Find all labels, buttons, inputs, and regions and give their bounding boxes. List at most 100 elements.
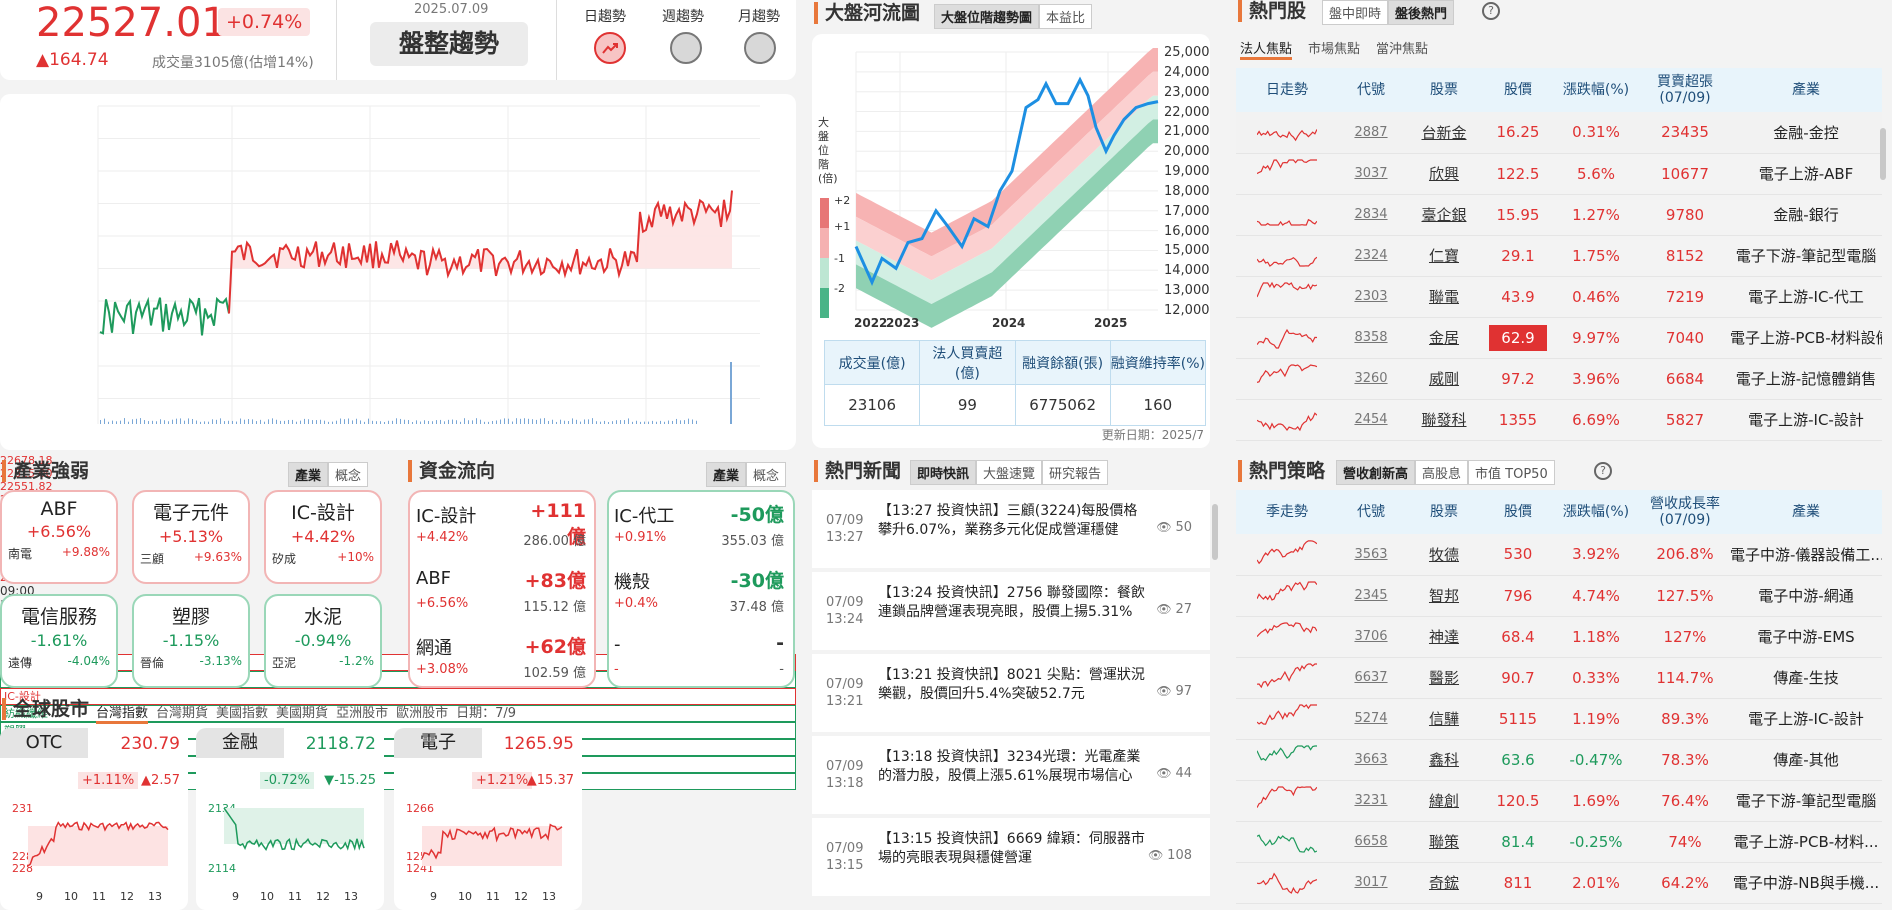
- industry-card[interactable]: 電子元件 +5.13% 三顧 +9.63%: [132, 490, 250, 584]
- weekly-trend-button[interactable]: [670, 32, 702, 64]
- news-item[interactable]: 07/09 13:18 【13:18 投資快訊】3234光環：光電產業的潛力股，股價…: [812, 736, 1210, 814]
- tab-high-dividend[interactable]: 高股息: [1415, 460, 1469, 485]
- table-row[interactable]: 2887 台新金 16.25 0.31% 23435 金融-金控: [1236, 112, 1882, 154]
- tab-river-pe[interactable]: 本益比: [1039, 4, 1093, 29]
- table-row[interactable]: 3563 牧德 530 3.92% 206.8% 電子中游-儀器設備工...: [1236, 534, 1882, 576]
- news-headline[interactable]: 【13:18 投資快訊】3234光環：光電產業的潛力股，股價上漲5.61%展現市…: [878, 748, 1150, 786]
- table-row[interactable]: 3663 鑫科 63.6 -0.47% 78.3% 傳產-其他: [1236, 739, 1882, 781]
- stock-name[interactable]: 欣興: [1404, 153, 1484, 195]
- news-item[interactable]: 07/09 13:24 【13:24 投資快訊】2756 聯發國際：餐飲連鎖品牌營運…: [812, 572, 1210, 650]
- stock-code[interactable]: 6658: [1338, 821, 1404, 863]
- table-row[interactable]: 3260 威剛 97.2 3.96% 6684 電子上游-記憶體銷售: [1236, 358, 1882, 400]
- tab-europe[interactable]: 歐洲股市: [396, 702, 448, 724]
- tab-after-hours[interactable]: 盤後熱門: [1388, 0, 1455, 25]
- stock-code[interactable]: 6637: [1338, 657, 1404, 699]
- stock-name[interactable]: 聯策: [1404, 821, 1484, 863]
- industry-card[interactable]: ABF +6.56% 南電 +9.88%: [0, 490, 118, 584]
- table-row[interactable]: 2324 仁寶 29.1 1.75% 8152 電子下游-筆記型電腦: [1236, 235, 1882, 277]
- stock-name[interactable]: 緯創: [1404, 780, 1484, 822]
- stock-name[interactable]: 智邦: [1404, 575, 1484, 617]
- tab-flow-concept[interactable]: 概念: [746, 462, 787, 487]
- stock-name[interactable]: 神達: [1404, 616, 1484, 658]
- tab-realtime[interactable]: 即時快訊: [910, 460, 977, 485]
- table-row[interactable]: 2303 聯電 43.9 0.46% 7219 電子上游-IC-代工: [1236, 276, 1882, 318]
- global-card[interactable]: OTC 230.79 +1.11% ▲2.57 231 228 228 9 10 11 12 13: [0, 728, 188, 910]
- flow-sector-name[interactable]: IC-代工: [614, 502, 674, 528]
- flow-sector-name[interactable]: ABF: [416, 568, 451, 589]
- stock-name[interactable]: 聯發科: [1404, 399, 1484, 441]
- flow-sector-name[interactable]: 網通: [416, 634, 452, 660]
- tab-industry[interactable]: 產業: [288, 462, 329, 487]
- tab-market-overview[interactable]: 大盤速覽: [976, 460, 1043, 485]
- monthly-trend-button[interactable]: [744, 32, 776, 64]
- stock-code[interactable]: 3037: [1338, 153, 1404, 195]
- stock-code[interactable]: 3663: [1338, 739, 1404, 781]
- stock-code[interactable]: 2834: [1338, 194, 1404, 236]
- stock-name[interactable]: 牧德: [1404, 534, 1484, 576]
- news-headline[interactable]: 【13:24 投資快訊】2756 聯發國際：餐飲連鎖品牌營運表現亮眼，股價上揚5…: [878, 584, 1150, 622]
- column-header[interactable]: 營收成長率 (07/09): [1640, 490, 1730, 534]
- stock-name[interactable]: 臺企銀: [1404, 194, 1484, 236]
- tab-tw-index[interactable]: 台灣指數: [96, 702, 149, 724]
- stock-code[interactable]: 2887: [1338, 112, 1404, 154]
- tab-research[interactable]: 研究報告: [1042, 460, 1109, 485]
- stock-name[interactable]: 仁寶: [1404, 235, 1484, 277]
- table-row[interactable]: 8358 金居 62.9 9.97% 7040 電子上游-PCB-材料設備: [1236, 317, 1882, 359]
- news-scrollbar[interactable]: [1212, 504, 1218, 560]
- industry-card[interactable]: 塑膠 -1.15% 晉倫 -3.13%: [132, 594, 250, 688]
- table-row[interactable]: 2345 智邦 796 4.74% 127.5% 電子中游-網通: [1236, 575, 1882, 617]
- news-headline[interactable]: 【13:21 投資快訊】8021 尖點：營運狀況樂觀，股價回升5.4%突破52.…: [878, 666, 1150, 704]
- stock-code[interactable]: 3260: [1338, 358, 1404, 400]
- stock-code[interactable]: 2324: [1338, 235, 1404, 277]
- news-headline[interactable]: 【13:27 投資快訊】三顧(3224)每股價格攀升6.07%，業務多元化促成營…: [878, 502, 1150, 540]
- tab-us-index[interactable]: 美國指數: [216, 702, 268, 724]
- news-item[interactable]: 07/09 13:15 【13:15 投資快訊】6669 緯穎：伺服器市場的亮眼表現…: [812, 818, 1210, 896]
- table-row[interactable]: 6658 聯策 81.4 -0.25% 74% 電子上游-PCB-材料...: [1236, 821, 1882, 863]
- daily-trend-button[interactable]: [594, 32, 626, 64]
- flow-sector-name[interactable]: IC-設計: [416, 502, 476, 528]
- global-card[interactable]: 金融 2118.72 -0.72% ▼-15.25 2134 2114 9 10 11 12 13: [196, 728, 384, 910]
- tab-tw-futures[interactable]: 台灣期貨: [156, 702, 208, 724]
- stock-code[interactable]: 3231: [1338, 780, 1404, 822]
- flow-sector-name[interactable]: 機殼: [614, 568, 650, 594]
- news-item[interactable]: 07/09 13:27 【13:27 投資快訊】三顧(3224)每股價格攀升6.07…: [812, 490, 1210, 568]
- table-row[interactable]: 5274 信驊 5115 1.19% 89.3% 電子上游-IC-設計: [1236, 698, 1882, 740]
- stock-code[interactable]: 5274: [1338, 698, 1404, 740]
- tab-top50[interactable]: 市值 TOP50: [1468, 460, 1555, 485]
- stock-name[interactable]: 醫影: [1404, 657, 1484, 699]
- tab-intraday[interactable]: 盤中即時: [1322, 0, 1389, 25]
- stock-name[interactable]: 金居: [1404, 317, 1484, 359]
- stock-code[interactable]: 2345: [1338, 575, 1404, 617]
- tab-market-focus[interactable]: 市場焦點: [1308, 38, 1360, 60]
- table-row[interactable]: 3706 神達 68.4 1.18% 127% 電子中游-EMS: [1236, 616, 1882, 658]
- tab-asia[interactable]: 亞洲股市: [336, 702, 388, 724]
- help-icon[interactable]: ?: [1594, 462, 1612, 480]
- tab-river-level[interactable]: 大盤位階趨勢圖: [934, 4, 1040, 29]
- column-header[interactable]: 買賣超張 (07/09): [1640, 68, 1730, 112]
- stock-code[interactable]: 8358: [1338, 317, 1404, 359]
- table-row[interactable]: 2454 聯發科 1355 6.69% 5827 電子上游-IC-設計: [1236, 399, 1882, 441]
- stock-code[interactable]: 2454: [1338, 399, 1404, 441]
- global-card[interactable]: 電子 1265.95 +1.21% ▲15.37 1266 1251 1241 9 10 11 12…: [394, 728, 582, 910]
- industry-card[interactable]: 水泥 -0.94% 亞泥 -1.2%: [264, 594, 382, 688]
- tab-daytrade-focus[interactable]: 當沖焦點: [1376, 38, 1428, 60]
- table-row[interactable]: 3231 緯創 120.5 1.69% 76.4% 電子下游-筆記型電腦: [1236, 780, 1882, 822]
- tab-flow-industry[interactable]: 產業: [706, 462, 747, 487]
- table-row[interactable]: 3017 奇鋐 811 2.01% 64.2% 電子中游-NB與手機...: [1236, 862, 1882, 904]
- stock-code[interactable]: 3563: [1338, 534, 1404, 576]
- stock-code[interactable]: 3706: [1338, 616, 1404, 658]
- stock-name[interactable]: 奇鋐: [1404, 862, 1484, 904]
- stock-name[interactable]: 威剛: [1404, 358, 1484, 400]
- tab-revenue-high[interactable]: 營收創新高: [1336, 460, 1416, 485]
- table-row[interactable]: 6637 醫影 90.7 0.33% 114.7% 傳產-生技: [1236, 657, 1882, 699]
- stock-name[interactable]: 台新金: [1404, 112, 1484, 154]
- tab-us-futures[interactable]: 美國期貨: [276, 702, 328, 724]
- help-icon[interactable]: ?: [1482, 2, 1500, 20]
- table-row[interactable]: 3037 欣興 122.5 5.6% 10677 電子上游-ABF: [1236, 153, 1882, 195]
- stock-code[interactable]: 2303: [1338, 276, 1404, 318]
- stock-name[interactable]: 信驊: [1404, 698, 1484, 740]
- stock-name[interactable]: 鑫科: [1404, 739, 1484, 781]
- hot-scrollbar[interactable]: [1880, 128, 1886, 180]
- stock-name[interactable]: 聯電: [1404, 276, 1484, 318]
- news-headline[interactable]: 【13:15 投資快訊】6669 緯穎：伺服器市場的亮眼表現與穩健營運: [878, 830, 1150, 868]
